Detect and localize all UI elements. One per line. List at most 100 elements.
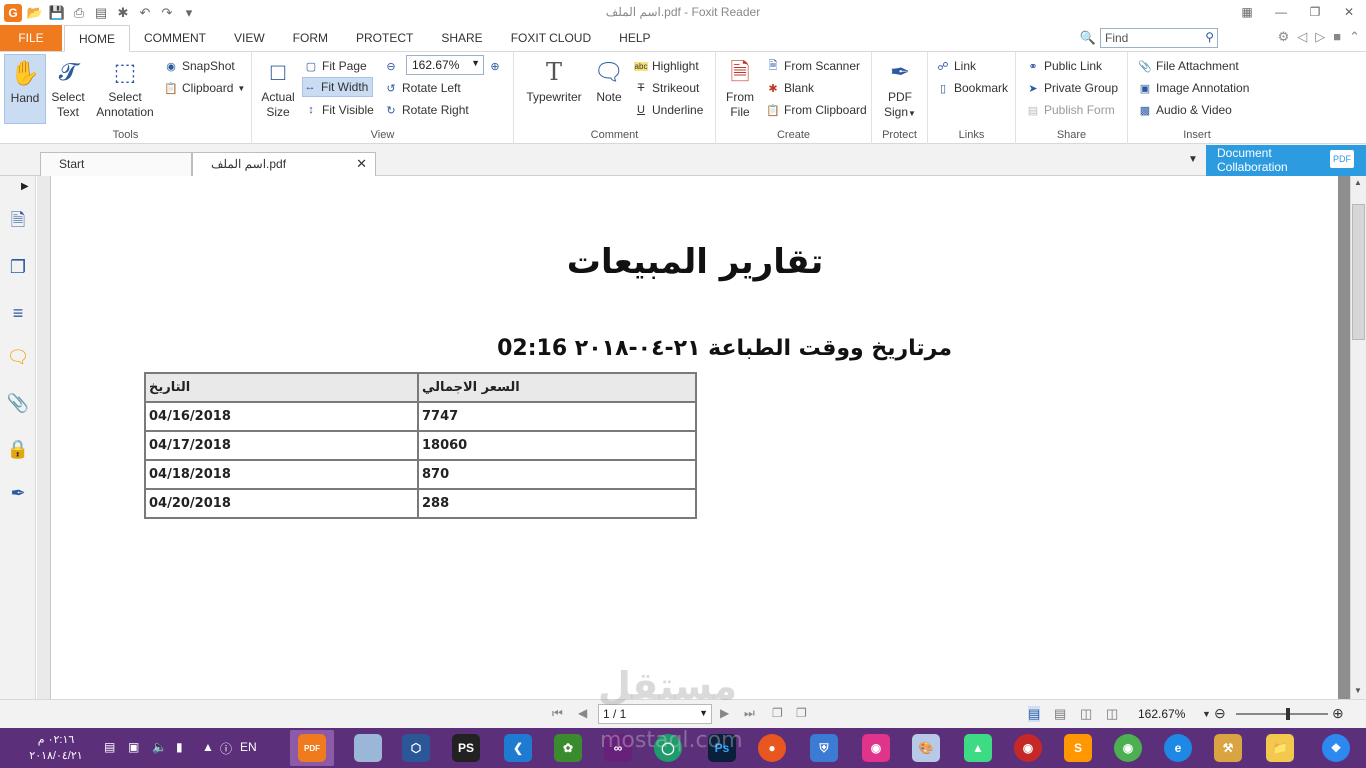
from-file-button[interactable]: 🗎 From File [722,54,758,120]
public-link-button[interactable]: ⚭ Public Link [1026,56,1102,76]
taskbar-app-pink[interactable]: ◉ [854,730,898,766]
hand-tool-button[interactable]: ✋ Hand [4,54,46,124]
clipboard-button[interactable]: 📋 Clipboard ▼ [164,78,245,98]
vertical-scrollbar[interactable]: ▲ ▼ [1350,176,1366,699]
forward-arrow-icon[interactable]: ▷ [1315,29,1325,45]
security-lock-icon[interactable]: 🔒 [7,438,29,460]
select-annotation-button[interactable]: ⬚ Select Annotation [92,54,158,120]
scroll-up-icon[interactable]: ▲ [1354,178,1362,187]
taskbar-chrome[interactable]: ◉ [1106,730,1150,766]
first-page-icon[interactable]: ⏮ [552,706,563,721]
fit-visible-button[interactable]: ↕ Fit Visible [304,100,374,120]
audio-video-button[interactable]: ▩ Audio & Video [1138,100,1232,120]
pdf-sign-button[interactable]: ✒ PDF Sign▼ [882,54,918,121]
restore-layout-icon[interactable]: ▦ [1230,0,1264,24]
expand-pane-icon[interactable]: ▶ [21,181,29,192]
zoom-out-button[interactable]: ⊖ [384,56,398,76]
from-clipboard-button[interactable]: 📋 From Clipboard [766,100,867,120]
zoom-out-icon[interactable]: ⊖ [1214,705,1226,722]
tab-list-chevron-icon[interactable]: ▼ [1188,154,1198,165]
power-icon[interactable]: ▮ [176,740,183,754]
bookmark-button[interactable]: ▯ Bookmark [936,78,1008,98]
file-attachment-button[interactable]: 📎 File Attachment [1138,56,1239,76]
rotate-left-button[interactable]: ↺ Rotate Left [384,78,460,98]
undo-icon[interactable]: ↶ [136,4,154,22]
snapshot-button[interactable]: ◉ SnapShot [164,56,235,76]
taskbar-window[interactable] [346,730,390,766]
search-icon[interactable]: ⚲ [1205,30,1214,44]
find-input[interactable]: Find ⚲ [1100,28,1218,48]
maximize-button[interactable]: ❐ [1298,0,1332,24]
foxit-logo-icon[interactable]: G [4,4,22,22]
taskbar-app-red[interactable]: ◉ [1006,730,1050,766]
comments-panel-icon[interactable]: 🗨 [7,346,30,368]
typewriter-button[interactable]: T Typewriter [522,54,586,105]
print-icon[interactable]: ⎙ [70,4,88,22]
image-annotation-button[interactable]: ▣ Image Annotation [1138,78,1250,98]
tab-form[interactable]: FORM [279,25,342,51]
minimize-button[interactable]: — [1264,0,1298,24]
zoom-level-select[interactable]: 162.67% ▼ [406,55,484,75]
taskbar-app-green[interactable]: ✿ [546,730,590,766]
collapse-ribbon-icon[interactable]: ⌃ [1349,29,1360,45]
language-indicator[interactable]: EN [240,740,257,754]
settings-gear-icon[interactable]: ⚙ [1278,29,1290,45]
tab-foxit-cloud[interactable]: FOXIT CLOUD [497,25,605,51]
tab-help[interactable]: HELP [605,25,664,51]
system-clock[interactable]: ٠٢:١٦ م ٢٠١٨/٠٤/٢١ [8,732,104,764]
continuous-facing-view-icon[interactable]: ◫ [1106,706,1118,722]
volume-icon[interactable]: 🔈 [152,740,167,754]
zoom-in-icon[interactable]: ⊕ [1332,705,1344,722]
select-text-button[interactable]: 𝓣 Select Text [48,54,88,120]
single-page-view-icon[interactable]: ▤ [1028,706,1041,722]
publish-form-button[interactable]: ▤ Publish Form [1026,100,1115,120]
private-group-button[interactable]: ➤ Private Group [1026,78,1118,98]
note-button[interactable]: 🗨 Note [592,54,626,105]
fit-page-button[interactable]: ▢ Fit Page [304,56,367,76]
close-tab-icon[interactable]: ✕ [356,156,367,172]
tab-start[interactable]: Start [40,152,192,176]
taskbar-file-explorer[interactable]: 📁 [1258,730,1302,766]
rotate-right-button[interactable]: ↻ Rotate Right [384,100,468,120]
next-view-icon[interactable]: ❐ [796,706,807,720]
properties-icon[interactable]: ▤ [92,4,110,22]
previous-page-icon[interactable]: ◀ [578,706,587,720]
customize-qat-icon[interactable]: ▾ [180,4,198,22]
actual-size-button[interactable]: □ Actual Size [258,54,298,120]
save-icon[interactable]: 💾 [48,4,66,22]
start-button[interactable]: ❖ [1314,730,1358,766]
pane-splitter[interactable] [37,176,51,699]
user-icon[interactable]: ■ [1333,29,1341,45]
underline-button[interactable]: U Underline [634,100,703,120]
show-hidden-icons-icon[interactable]: ▲ [202,740,214,754]
taskbar-app-hex[interactable]: ⬡ [394,730,438,766]
continuous-view-icon[interactable]: ▤ [1054,706,1066,722]
zoom-dropdown-icon[interactable]: ▼ [1202,709,1211,719]
help-icon[interactable]: ⓘ [220,740,232,757]
blank-button[interactable]: ✱ Blank [766,78,814,98]
zoom-in-button[interactable]: ⊕ [488,56,502,76]
taskbar-android-studio[interactable]: ▲ [956,730,1000,766]
tab-view[interactable]: VIEW [220,25,279,51]
taskbar-internet-explorer[interactable]: e [1156,730,1200,766]
taskbar-paint[interactable]: 🎨 [904,730,948,766]
previous-view-icon[interactable]: ❐ [772,706,783,720]
taskbar-app-shield[interactable]: ⛨ [802,730,846,766]
zoom-slider[interactable] [1236,708,1328,720]
taskbar-vscode[interactable]: ❮ [496,730,540,766]
highlight-button[interactable]: abc Highlight [634,56,699,76]
taskbar-foxit-reader[interactable]: PDF [290,730,334,766]
scroll-thumb[interactable] [1352,204,1365,340]
tab-share[interactable]: SHARE [427,25,496,51]
tab-comment[interactable]: COMMENT [130,25,220,51]
signatures-panel-icon[interactable]: ✒ [7,482,29,504]
zoom-slider-knob[interactable] [1286,708,1290,720]
bookmarks-panel-icon[interactable]: 🗎 [7,210,29,234]
tab-home[interactable]: HOME [64,25,130,52]
last-page-icon[interactable]: ⏭ [744,706,755,721]
taskbar-phpstorm[interactable]: PS [444,730,488,766]
layers-panel-icon[interactable]: ≡ [7,302,29,324]
pages-panel-icon[interactable]: ❐ [7,256,29,278]
fit-width-button[interactable]: ↔ Fit Width [302,77,374,97]
taskbar-tools[interactable]: ⚒ [1206,730,1250,766]
